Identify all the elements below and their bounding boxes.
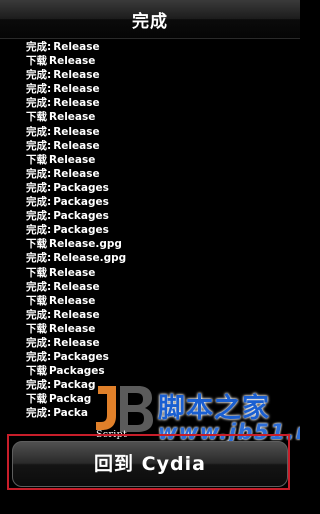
log-line: 下载 Release [26, 322, 296, 336]
log-line-status: 完成: [26, 167, 52, 180]
log-line-status: 下载 [26, 393, 47, 406]
log-line: 完成: Release [26, 308, 296, 322]
log-line-status: 完成: [26, 224, 52, 237]
log-line-status: 完成: [26, 336, 52, 349]
log-line-item: Packages [49, 365, 105, 378]
log-line: 完成: Packages [26, 209, 296, 223]
log-line-status: 完成: [26, 196, 52, 209]
log-line-item: Release [49, 294, 96, 307]
log-line-item: Release.gpg [53, 252, 127, 265]
log-line-item: Packages [53, 224, 109, 237]
log-line-status: 下载 [26, 294, 47, 307]
log-line-item: Release [53, 125, 100, 138]
log-line: 完成: Release [26, 280, 296, 294]
page-title: 完成 [132, 12, 168, 32]
log-line-status: 完成: [26, 41, 52, 53]
log-line-status: 完成: [26, 210, 52, 223]
log-line-item: Release [49, 55, 96, 68]
log-line-item: Release [53, 69, 100, 82]
log-line-item: Release [49, 266, 96, 279]
log-line-status: 完成: [26, 252, 52, 265]
log-line: 下载 Release [26, 54, 296, 68]
progress-log: 完成: Release 下载 Release 完成: Release 完成: Release 完… [26, 40, 296, 421]
log-line: 下载 Release [26, 266, 296, 280]
log-line-status: 完成: [26, 97, 52, 110]
log-line-status: 完成: [26, 351, 52, 364]
log-line: 完成: Release [26, 82, 296, 96]
log-line: 完成: Release [26, 68, 296, 82]
log-line-status: 完成: [26, 69, 52, 82]
log-line: 下载 Release [26, 110, 296, 124]
log-line-item: Packages [53, 210, 109, 223]
log-line-status: 下载 [26, 238, 47, 251]
log-line-item: Release [49, 153, 96, 166]
log-line-item: Packages [53, 351, 109, 364]
log-line-status: 下载 [26, 111, 47, 124]
log-line-item: Packa [53, 407, 88, 420]
log-line-status: 完成: [26, 308, 52, 321]
log-line: 完成: Packages [26, 181, 296, 195]
log-line-status: 完成: [26, 407, 52, 420]
log-line-status: 下载 [26, 266, 47, 279]
cydia-screen: 完成 完成: Release 下载 Release 完成: Release 完成: Relea… [0, 0, 300, 514]
log-line: 下载 Release [26, 153, 296, 167]
log-line-item: Packag [49, 393, 92, 406]
navigation-bar: 完成 [0, 0, 300, 39]
log-line: 完成: Packages [26, 195, 296, 209]
log-line-item: Release [53, 308, 100, 321]
log-line-status: 完成: [26, 280, 52, 293]
log-line-item: Release.gpg [49, 238, 122, 251]
log-line: 下载 Release.gpg [26, 237, 296, 251]
log-line-status: 完成: [26, 139, 52, 152]
log-line-status: 完成: [26, 181, 52, 194]
log-line-status: 下载 [26, 55, 47, 68]
log-line: 完成: Release [26, 40, 296, 54]
log-line: 完成: Release.gpg [26, 251, 296, 265]
log-line-item: Release [53, 336, 100, 349]
log-line-status: 完成: [26, 83, 52, 96]
log-line-item: Packag [53, 379, 96, 392]
log-line-item: Release [53, 41, 100, 53]
log-line-item: Release [53, 83, 100, 96]
log-line-item: Packages [53, 181, 109, 194]
log-line-status: 完成: [26, 379, 52, 392]
log-line: 完成: Release [26, 167, 296, 181]
log-line: 下载 Release [26, 294, 296, 308]
log-line-item: Release [53, 280, 100, 293]
log-line-item: Release [53, 139, 100, 152]
log-line-item: Release [49, 111, 96, 124]
log-line: 完成: Release [26, 125, 296, 139]
log-line-status: 下载 [26, 322, 47, 335]
return-to-cydia-button[interactable]: 回到 Cydia [12, 441, 288, 487]
log-line-item: Release [49, 322, 96, 335]
log-line-item: Release [53, 167, 100, 180]
log-line: 完成: Release [26, 96, 296, 110]
log-line: 完成: Release [26, 139, 296, 153]
log-line-status: 完成: [26, 125, 52, 138]
log-line: 下载 Packages [26, 364, 296, 378]
log-line-item: Packages [53, 196, 109, 209]
log-line-status: 下载 [26, 365, 47, 378]
log-line-status: 下载 [26, 153, 47, 166]
log-line: 完成: Packages [26, 350, 296, 364]
log-line-item: Release [53, 97, 100, 110]
log-line: 完成: Packages [26, 223, 296, 237]
log-line: 完成: Release [26, 336, 296, 350]
